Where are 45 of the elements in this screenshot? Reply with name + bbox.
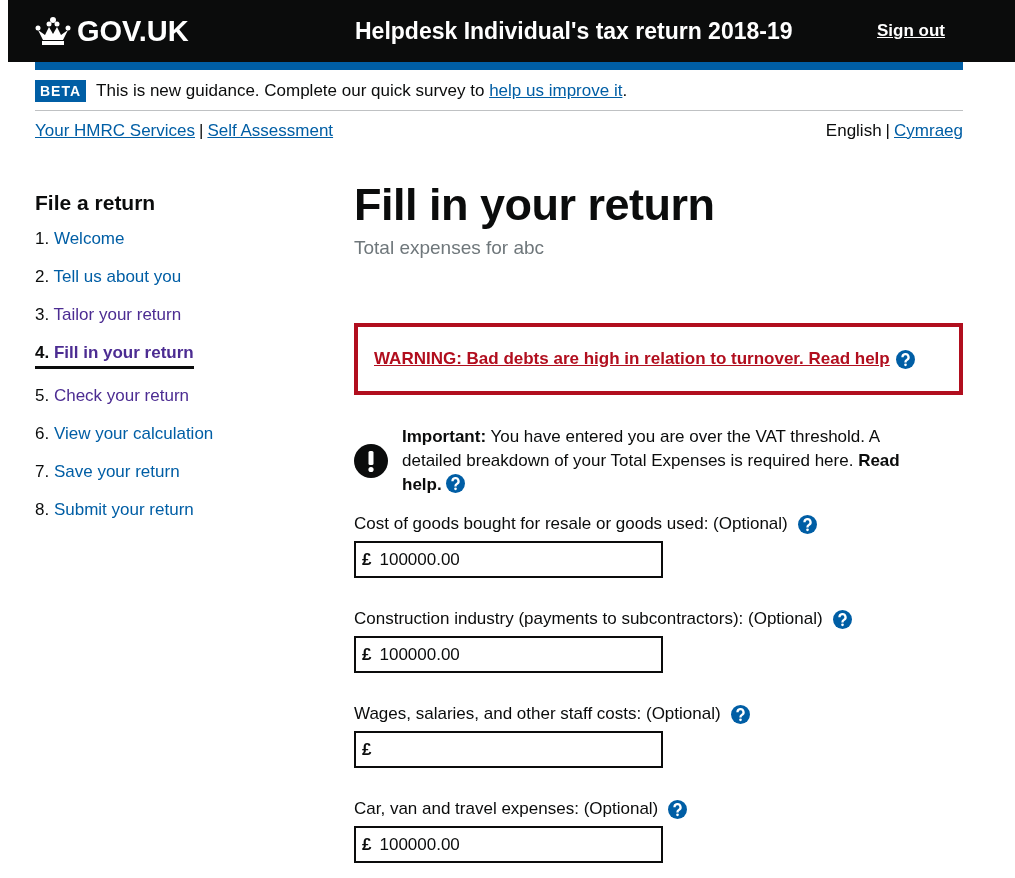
currency-prefix: £ [362, 644, 372, 665]
beta-tag: BETA [35, 80, 87, 102]
help-icon[interactable] [446, 473, 466, 493]
step-link[interactable]: 8. Submit your return [35, 500, 194, 521]
currency-prefix: £ [362, 739, 372, 760]
step-link[interactable]: 1. Welcome [35, 229, 125, 250]
field-label: Wages, salaries, and other staff costs: (Optional) [354, 704, 721, 725]
step-link[interactable]: 3. Tailor your return [35, 305, 182, 326]
help-icon[interactable] [832, 609, 852, 629]
currency-field[interactable]: £ 100000.00 [354, 636, 663, 674]
govuk-logo-text[interactable]: GOV.UK [77, 14, 189, 48]
breadcrumb-link[interactable]: Your HMRC Services [35, 121, 195, 141]
page-caption: Total expenses for abc [354, 237, 546, 259]
currency-prefix: £ [362, 834, 372, 855]
step-link[interactable]: 4. Fill in your return [35, 343, 194, 369]
currency-field[interactable]: £ 100000.00 [354, 826, 663, 864]
help-icon[interactable] [730, 704, 750, 724]
help-icon[interactable] [668, 799, 688, 819]
step-link[interactable]: 5. Check your return [35, 386, 190, 407]
breadcrumb-link[interactable]: Self Assessment [207, 121, 334, 141]
help-icon[interactable] [797, 514, 817, 534]
field-label: Cost of goods bought for resale or goods used: (Optional) [354, 514, 788, 535]
crown-icon [35, 16, 71, 46]
currency-field[interactable]: £ [354, 731, 663, 769]
service-name: Helpdesk Individual's tax return 2018-19 [355, 17, 794, 45]
step-link[interactable]: 7. Save your return [35, 462, 180, 483]
field-label: Car, van and travel expenses: (Optional) [354, 799, 659, 820]
sign-out-link[interactable]: Sign out [877, 21, 945, 41]
survey-link[interactable]: help us improve it [489, 81, 623, 100]
currency-prefix: £ [362, 549, 372, 570]
sidebar-title: File a return [35, 191, 157, 215]
beta-message: This is new guidance. Complete our quick survey to help us improve it. [96, 81, 628, 101]
separator: | [199, 121, 204, 141]
current-language: English [825, 121, 882, 141]
page-title: Fill in your return [354, 179, 716, 231]
exclamation-icon [354, 443, 388, 478]
field-label: Construction industry (payments to subcontractors): (Optional) [354, 609, 823, 630]
step-link[interactable]: 2. Tell us about you [35, 267, 182, 288]
step-link[interactable]: 6. View your calculation [35, 424, 214, 445]
important-notice: Important: You have entered you are over the VAT threshold. A detailed breakdown of your Total Expenses is required here. Read help. [402, 426, 901, 496]
separator: | [885, 121, 891, 141]
currency-field[interactable]: £ 100000.00 [354, 541, 663, 579]
language-link[interactable]: Cymraeg [894, 121, 963, 141]
warning-link[interactable]: WARNING: Bad debts are high in relation to turnover. Read help [374, 349, 890, 369]
help-icon[interactable] [895, 349, 915, 369]
